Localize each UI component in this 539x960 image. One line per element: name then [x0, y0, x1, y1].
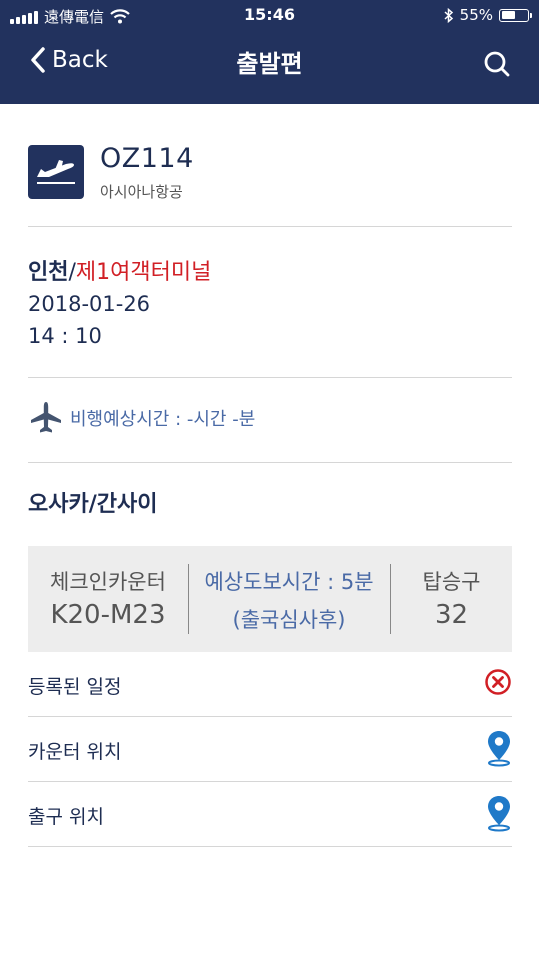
- departure-city: 인천: [28, 260, 69, 285]
- bluetooth-icon: [444, 7, 453, 23]
- remove-circle-icon[interactable]: [484, 668, 512, 700]
- search-icon: [484, 51, 510, 77]
- registered-schedule-label: 등록된 일정: [28, 676, 122, 698]
- departure-date: 2018-01-26: [28, 292, 151, 316]
- flight-time-text: 비행예상시간 : -시간 -분: [70, 409, 256, 430]
- status-right: 55%: [444, 6, 532, 24]
- checkin-counter-cell: 체크인카운터 K20-M23: [28, 546, 188, 652]
- departure-separator: /: [68, 260, 76, 285]
- walk-time-cell: 예상도보시간 : 5분 (출국심사후): [189, 546, 389, 652]
- battery-percent: 55%: [459, 6, 493, 24]
- checkin-counter-value: K20-M23: [50, 600, 166, 630]
- arrival-city: 오사카/간사이: [28, 492, 158, 517]
- airline-logo: [28, 145, 84, 199]
- registered-schedule-row[interactable]: 등록된 일정: [28, 652, 512, 716]
- app-header: 遠傳電信 15:46 55% Back 출발편: [0, 0, 539, 104]
- flight-number: OZ114: [100, 143, 194, 174]
- status-bar: 遠傳電信 15:46 55%: [0, 0, 539, 32]
- airplane-takeoff-icon: [37, 160, 75, 184]
- flight-time-estimate: 비행예상시간 : -시간 -분: [28, 400, 255, 436]
- battery-icon: [499, 8, 532, 22]
- exit-location-row[interactable]: 출구 위치: [28, 782, 512, 846]
- nav-bar: Back 출발편: [0, 34, 539, 94]
- divider: [28, 226, 512, 227]
- exit-location-label: 출구 위치: [28, 806, 104, 828]
- walk-time-label: 예상도보시간 : 5분: [204, 570, 374, 594]
- counter-location-label: 카운터 위치: [28, 741, 122, 763]
- airline-name: 아시아나항공: [100, 183, 183, 201]
- checkin-counter-label: 체크인카운터: [50, 570, 166, 594]
- gate-cell: 탑승구 32: [391, 546, 512, 652]
- gate-label: 탑승구: [422, 570, 481, 594]
- location-pin-icon[interactable]: [486, 729, 512, 771]
- walk-time-note: (출국심사후): [232, 608, 346, 632]
- battery-fill: [501, 11, 515, 19]
- airplane-icon: [31, 402, 61, 433]
- divider: [28, 462, 512, 463]
- gate-value: 32: [434, 600, 469, 630]
- departure-time: 14 : 10: [28, 324, 102, 348]
- divider: [28, 377, 512, 378]
- location-pin-icon[interactable]: [486, 794, 512, 836]
- departure-location: 인천/제1여객터미널: [28, 254, 211, 286]
- flight-info-box: 체크인카운터 K20-M23 예상도보시간 : 5분 (출국심사후) 탑승구 3…: [28, 546, 512, 652]
- counter-location-row[interactable]: 카운터 위치: [28, 717, 512, 781]
- search-button[interactable]: [483, 50, 511, 82]
- page-title: 출발편: [236, 50, 303, 78]
- departure-terminal: 제1여객터미널: [75, 260, 212, 285]
- divider: [28, 846, 512, 847]
